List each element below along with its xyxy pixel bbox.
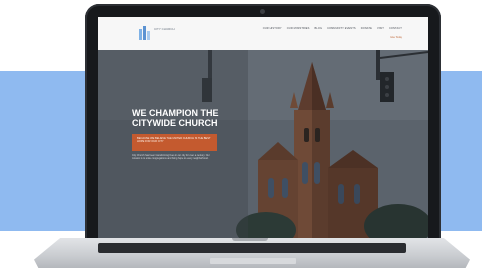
- nav-item-blog[interactable]: BLOG: [314, 27, 322, 30]
- laptop-trackpad: [210, 258, 296, 264]
- laptop-keyboard: [98, 243, 406, 253]
- laptop-lid: CITY CHURCH OUR HISTORY OUR MINISTRIES B…: [85, 4, 441, 242]
- nav-item-ministries[interactable]: OUR MINISTRIES: [287, 27, 310, 30]
- main-nav: OUR HISTORY OUR MINISTRIES BLOG COMMUNIT…: [263, 27, 402, 30]
- cta-text: BECAUSE WE BELIEVE THE UNITED CHURCH IS …: [137, 137, 211, 144]
- site-header: CITY CHURCH OUR HISTORY OUR MINISTRIES B…: [98, 17, 428, 50]
- laptop-screen: CITY CHURCH OUR HISTORY OUR MINISTRIES B…: [98, 17, 428, 242]
- hero-section: WE CHAMPION THE CITYWIDE CHURCH BECAUSE …: [98, 50, 428, 242]
- nav-item-contact[interactable]: CONTACT: [389, 27, 402, 30]
- hero-title: WE CHAMPION THE CITYWIDE CHURCH: [132, 108, 219, 128]
- church-logo-icon[interactable]: [138, 25, 152, 41]
- nav-item-visit[interactable]: VISIT: [377, 27, 384, 30]
- cta-banner[interactable]: BECAUSE WE BELIEVE THE UNITED CHURCH IS …: [132, 134, 217, 151]
- nav-item-donate[interactable]: DONATE: [361, 27, 372, 30]
- laptop-hinge-notch: [232, 238, 268, 241]
- camera-icon: [260, 9, 265, 14]
- nav-item-events[interactable]: COMMUNITY EVENTS: [327, 27, 356, 30]
- give-link[interactable]: Give Today: [390, 36, 402, 39]
- nav-item-history[interactable]: OUR HISTORY: [263, 27, 282, 30]
- hero-paragraph: City Church has been transforming lives …: [132, 154, 210, 161]
- logo-text[interactable]: CITY CHURCH: [154, 27, 188, 32]
